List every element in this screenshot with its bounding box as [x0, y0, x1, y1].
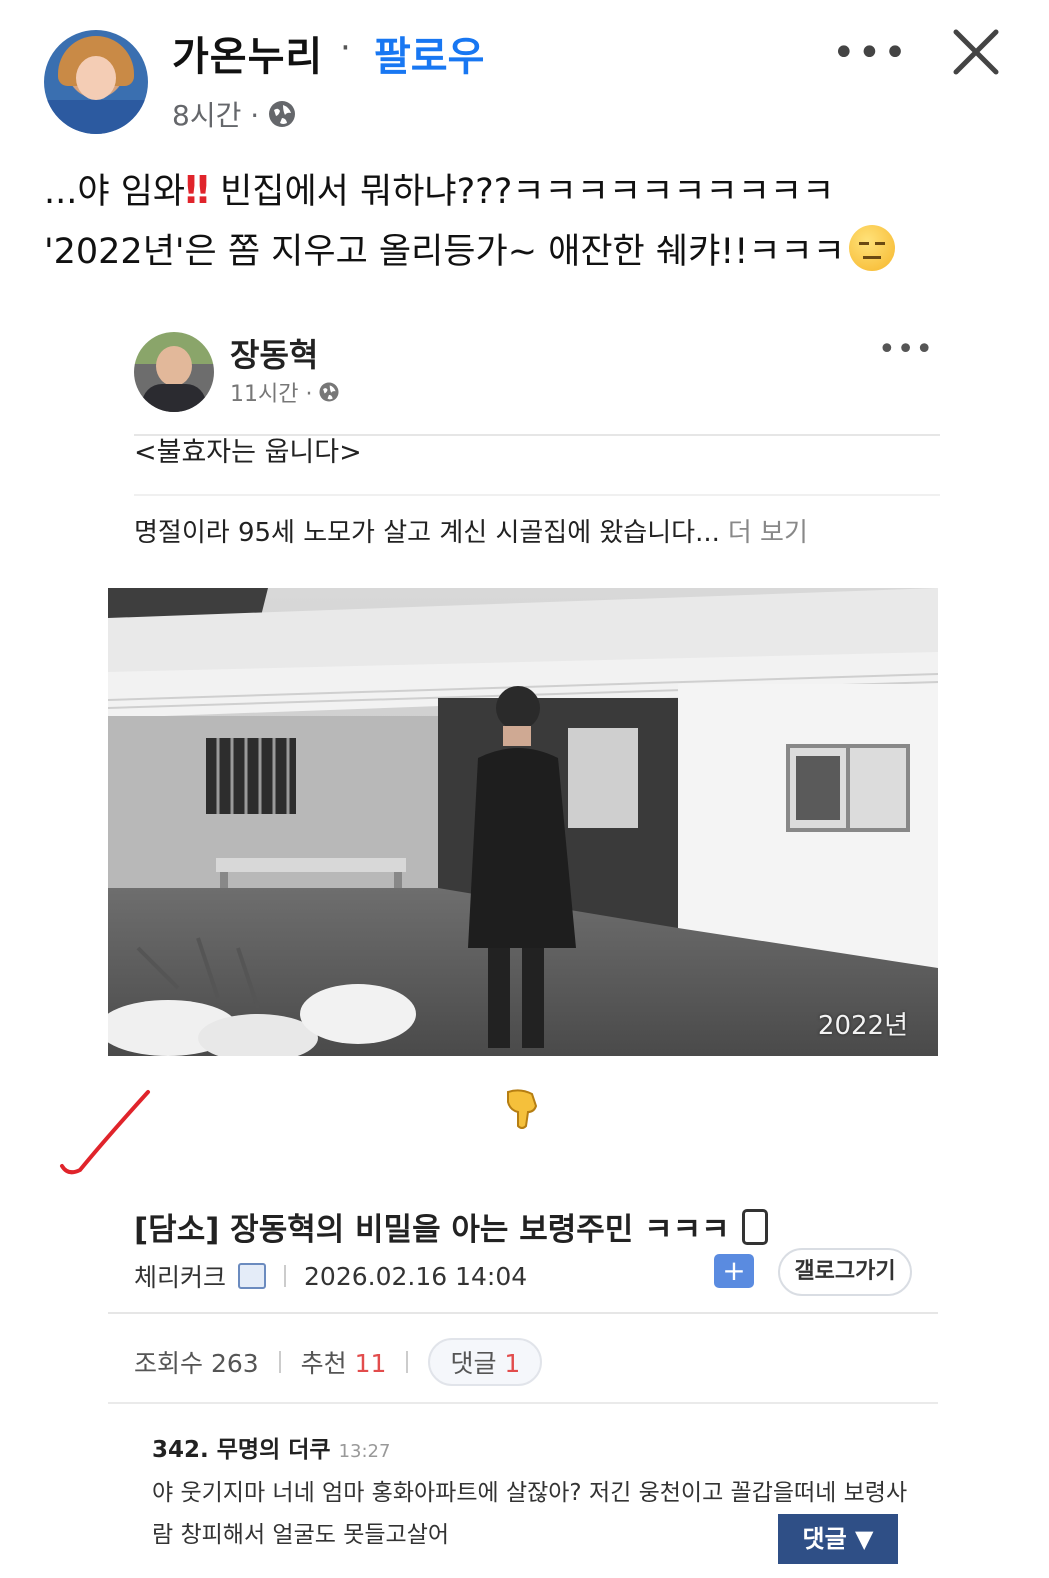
- article-stats: 조회수 263 추천 11 댓글 1: [134, 1338, 543, 1386]
- double-exclamation-emoji: ‼: [185, 168, 209, 212]
- post-text: ...야 임와‼ 빈집에서 뭐하냐???ㅋㅋㅋㅋㅋㅋㅋㅋㅋㅋ '2022년'은 …: [44, 160, 1034, 282]
- author-avatar[interactable]: [44, 30, 148, 134]
- see-more-link[interactable]: 더 보기: [728, 518, 808, 548]
- post-photo[interactable]: 2022년: [108, 588, 938, 1056]
- article-title-text: [담소] 장동혁의 비밀을 아는 보령주민 ㅋㅋㅋ: [134, 1212, 730, 1248]
- article-meta: 체리커크 2026.02.16 14:04: [134, 1258, 527, 1294]
- post-text-part: '2022년'은 쫌 지우고 올리등가~ 애잔한 쉐캬!!ㅋㅋㅋ: [44, 232, 845, 272]
- shared-more-options-icon[interactable]: •••: [878, 332, 934, 367]
- article-title[interactable]: [담소] 장동혁의 비밀을 아는 보령주민 ㅋㅋㅋ: [134, 1204, 768, 1249]
- shared-author-avatar[interactable]: [134, 332, 214, 412]
- follow-button[interactable]: 팔로우: [374, 24, 484, 82]
- divider: [108, 1402, 938, 1404]
- article-datetime: 2026.02.16 14:04: [304, 1261, 528, 1291]
- shared-post-meta: 11시간 ·: [230, 376, 340, 408]
- divider: [134, 494, 940, 496]
- meta-separator: [284, 1265, 287, 1287]
- pointing-down-hand-icon: [507, 1089, 538, 1129]
- house-photo-illustration: [108, 588, 938, 1056]
- post-text-part: ...야 임와: [44, 172, 186, 212]
- shared-post-time: 11시간 ·: [230, 382, 313, 407]
- post-meta: 8시간 ·: [172, 94, 297, 134]
- expressionless-face-icon: [848, 225, 895, 271]
- comment-reply-button[interactable]: 댓글 ▼: [778, 1514, 898, 1564]
- mobile-phone-icon: [741, 1208, 768, 1245]
- meta-separator: [278, 1351, 281, 1373]
- shared-post-body-text: 명절이라 95세 노모가 살고 계신 시골집에 왔습니다...: [134, 518, 720, 548]
- comments-label: 댓글: [450, 1349, 497, 1378]
- more-options-icon[interactable]: •••: [832, 30, 907, 76]
- author-name[interactable]: 가온누리: [172, 24, 323, 82]
- comment-author: 342. 무명의 더쿠: [152, 1437, 331, 1463]
- recommend-count: 11: [354, 1349, 387, 1378]
- shared-post-headline: <불효자는 웁니다>: [134, 437, 362, 468]
- photo-year-watermark: 2022년: [817, 1011, 908, 1041]
- comment-time: 13:27: [338, 1441, 391, 1462]
- writer-badge-icon: [238, 1263, 267, 1289]
- recommend-stat: 추천 11: [301, 1344, 387, 1380]
- views-count: 조회수 263: [134, 1349, 259, 1378]
- post-time: 8시간 ·: [172, 99, 260, 132]
- article-writer[interactable]: 체리커크: [134, 1258, 226, 1294]
- folder-plus-icon[interactable]: +: [714, 1254, 754, 1288]
- post-header: 가온누리 · 팔로우 8시간 · •••: [0, 0, 1049, 150]
- check-mark-icon: [60, 1090, 150, 1175]
- name-separator: ·: [340, 28, 351, 68]
- globe-icon: [319, 382, 340, 402]
- post-text-part: 빈집에서 뭐하냐???ㅋㅋㅋㅋㅋㅋㅋㅋㅋㅋ: [208, 172, 835, 212]
- gallog-button[interactable]: 갤로그가기: [778, 1248, 912, 1296]
- shared-post-body: 명절이라 95세 노모가 살고 계신 시골집에 왔습니다... 더 보기: [134, 512, 808, 549]
- close-icon[interactable]: [950, 26, 1002, 78]
- divider: [108, 1312, 938, 1314]
- meta-separator: [406, 1351, 409, 1373]
- shared-author-name[interactable]: 장동혁: [230, 330, 318, 376]
- globe-icon: [269, 101, 296, 127]
- post-text-line-1: ...야 임와‼ 빈집에서 뭐하냐???ㅋㅋㅋㅋㅋㅋㅋㅋㅋㅋ: [44, 160, 1034, 222]
- post-text-line-2: '2022년'은 쫌 지우고 올리등가~ 애잔한 쉐캬!!ㅋㅋㅋ: [44, 222, 1034, 282]
- recommend-label: 추천: [300, 1349, 347, 1378]
- comment-header: 342. 무명의 더쿠 13:27: [152, 1430, 390, 1464]
- comments-pill[interactable]: 댓글 1: [428, 1338, 543, 1386]
- comments-count: 1: [504, 1349, 521, 1378]
